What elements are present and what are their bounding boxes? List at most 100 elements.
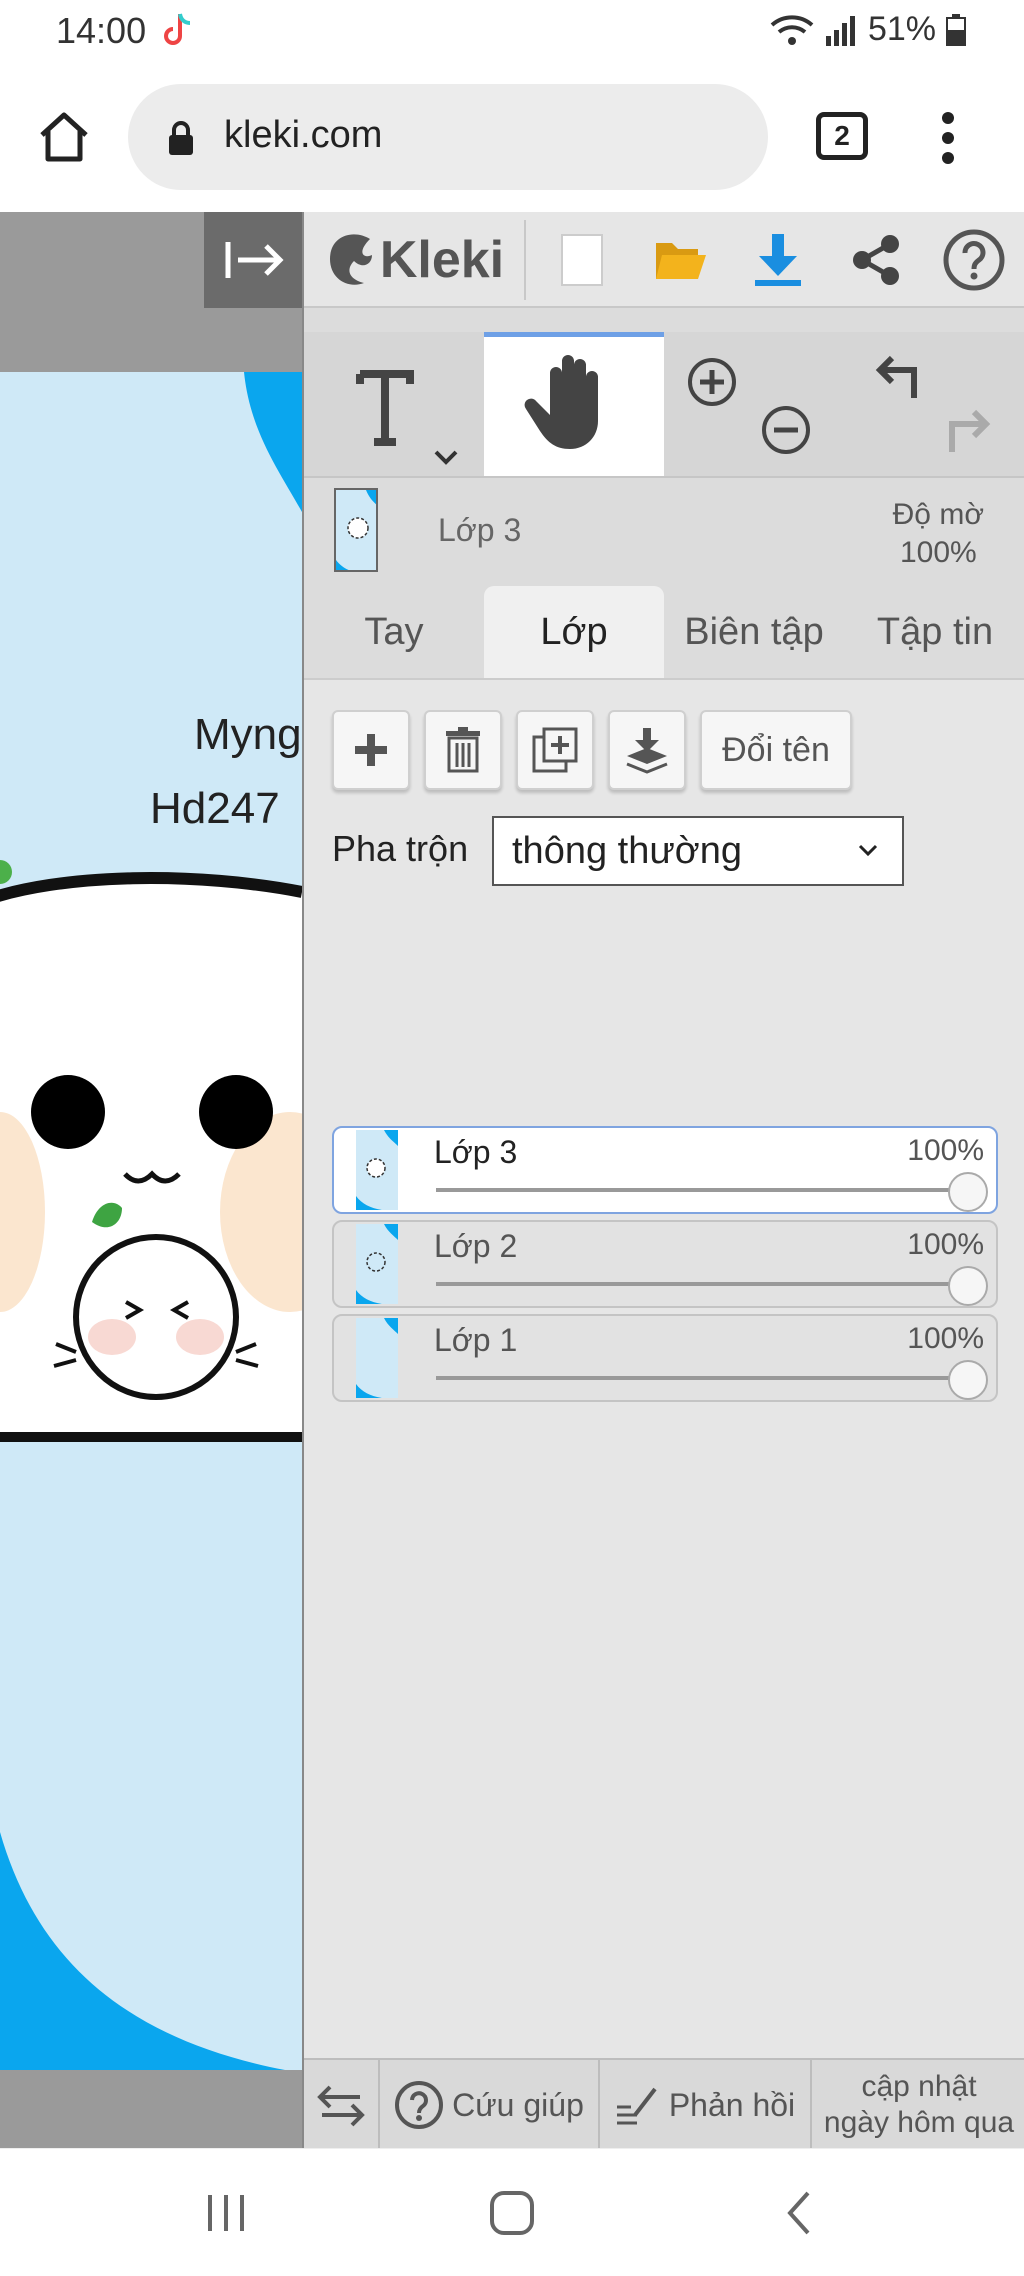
layer-opacity-readout: Độ mờ 100% (893, 496, 984, 572)
recent-apps-icon[interactable] (196, 2183, 256, 2243)
help-question-icon (943, 229, 1005, 291)
help-label: Cứu giúp (452, 2086, 584, 2123)
canvas-bottom-margin (0, 2070, 302, 2148)
panel-tabs: Tay Lớp Biên tập Tập tin (304, 586, 1024, 678)
layer-thumbnail (356, 1224, 398, 1304)
layer-row-2[interactable]: Lớp 2 100% (332, 1220, 998, 1308)
battery-icon (946, 13, 966, 46)
changelog-link[interactable]: cập nhật ngày hôm qua (812, 2060, 1024, 2150)
duplicate-layer-button[interactable] (516, 710, 594, 790)
clock: 14:00 (56, 10, 147, 51)
wifi-icon (770, 14, 814, 45)
home-nav-icon[interactable] (482, 2183, 542, 2243)
trash-icon (446, 727, 480, 773)
system-nav-bar (0, 2148, 1024, 2276)
back-icon[interactable] (770, 2183, 830, 2243)
layer-name: Lớp 3 (434, 1134, 518, 1170)
new-file-button[interactable] (536, 212, 628, 308)
layer-row-1[interactable]: Lớp 1 100% (332, 1314, 998, 1402)
url-bar[interactable]: kleki.com (128, 84, 768, 190)
kleki-logo[interactable]: Kleki (314, 212, 514, 308)
text-tool-button[interactable] (304, 332, 484, 476)
logo-text: Kleki (379, 231, 505, 289)
tab-brush[interactable]: Tay (304, 586, 484, 678)
blend-mode-value: thông thường (512, 830, 742, 872)
opacity-slider-track[interactable] (436, 1188, 966, 1192)
canvas-text-myng: Myng (194, 710, 302, 759)
tab-edit[interactable]: Biên tập (664, 586, 844, 678)
home-icon[interactable] (34, 107, 94, 167)
undo-icon[interactable] (868, 350, 928, 406)
feedback-label: Phản hồi (668, 2086, 796, 2123)
layer-opacity: 100% (907, 1322, 984, 1355)
opacity-label: Độ mờ (892, 498, 984, 531)
tab-switcher-button[interactable]: 2 (816, 112, 868, 160)
drawing-canvas[interactable]: Myng Hd247 (0, 212, 302, 2148)
browser-toolbar: kleki.com 2 (0, 62, 1024, 212)
swap-arrows-icon (317, 2085, 365, 2127)
feedback-link[interactable]: Phản hồi (600, 2060, 812, 2150)
opacity-slider-track[interactable] (436, 1282, 966, 1286)
divider (524, 220, 526, 300)
blend-mode-select[interactable]: thông thường (492, 816, 904, 886)
zoom-in-icon[interactable] (684, 354, 740, 410)
text-tool-icon (356, 370, 458, 465)
download-button[interactable] (732, 212, 824, 308)
share-button[interactable] (830, 212, 922, 308)
battery-percent: 51% (867, 10, 936, 48)
tab-file[interactable]: Tập tin (844, 586, 1024, 678)
opacity-value: 100% (899, 536, 977, 569)
tool-panel: Kleki Lớp 3 Độ mờ 100% Tay Lớp Biên tập … (302, 212, 1024, 2150)
lock-icon (169, 121, 193, 155)
current-layer-info: Lớp 3 Độ mờ 100% (304, 476, 1024, 582)
current-layer-name: Lớp 3 (438, 512, 522, 548)
hand-tool-button[interactable] (484, 332, 664, 476)
duplicate-icon (532, 727, 578, 773)
help-circle-icon (395, 2081, 444, 2129)
plus-icon (355, 734, 387, 766)
delete-layer-button[interactable] (424, 710, 502, 790)
merge-layers-icon (626, 728, 668, 774)
status-bar: 14:00 51% (0, 0, 1024, 62)
current-layer-thumbnail (334, 488, 378, 572)
opacity-slider-handle[interactable] (948, 1360, 988, 1400)
swap-side-button[interactable] (304, 2060, 380, 2150)
update-label-line1: cập nhật (861, 2070, 977, 2103)
rename-layer-button[interactable]: Đổi tên (700, 710, 852, 790)
opacity-slider-track[interactable] (436, 1376, 966, 1380)
canvas-artwork (0, 372, 302, 2072)
layer-row-3[interactable]: Lớp 3 100% (332, 1126, 998, 1214)
hand-icon (524, 355, 598, 449)
blend-mode-label: Pha trộn (332, 828, 469, 869)
merge-down-button[interactable] (608, 710, 686, 790)
layer-opacity: 100% (907, 1228, 984, 1261)
help-link[interactable]: Cứu giúp (380, 2060, 600, 2150)
url-text: kleki.com (224, 114, 383, 156)
update-label-line2: ngày hôm qua (823, 2106, 1015, 2139)
kleki-bird-icon (329, 234, 372, 285)
download-icon (755, 234, 801, 286)
more-menu-icon[interactable] (940, 110, 956, 166)
app-bottom-bar: Cứu giúp Phản hồi cập nhật ngày hôm qua (304, 2058, 1024, 2150)
redo-icon[interactable] (938, 404, 998, 460)
app-top-bar: Kleki (304, 212, 1024, 308)
open-file-button[interactable] (634, 212, 726, 308)
opacity-slider-handle[interactable] (948, 1266, 988, 1306)
signal-icon (825, 15, 855, 46)
tab-layers[interactable]: Lớp (484, 586, 664, 678)
zoom-out-icon[interactable] (758, 402, 814, 458)
layers-panel: Đổi tên Pha trộn thông thường Lớp 3 100% (304, 678, 1024, 2070)
share-icon (853, 235, 899, 285)
collapse-panel-button[interactable] (204, 212, 302, 308)
tiktok-icon (164, 13, 191, 45)
layer-opacity: 100% (907, 1134, 984, 1167)
chevron-down-icon (858, 844, 878, 857)
help-button[interactable] (928, 212, 1020, 308)
add-layer-button[interactable] (332, 710, 410, 790)
canvas-text-hd247: Hd247 (150, 784, 280, 833)
tool-row (304, 332, 1024, 476)
opacity-slider-handle[interactable] (948, 1172, 988, 1212)
pencil-lines-icon (616, 2087, 657, 2125)
folder-open-icon (656, 243, 706, 279)
layer-name: Lớp 2 (434, 1228, 518, 1264)
